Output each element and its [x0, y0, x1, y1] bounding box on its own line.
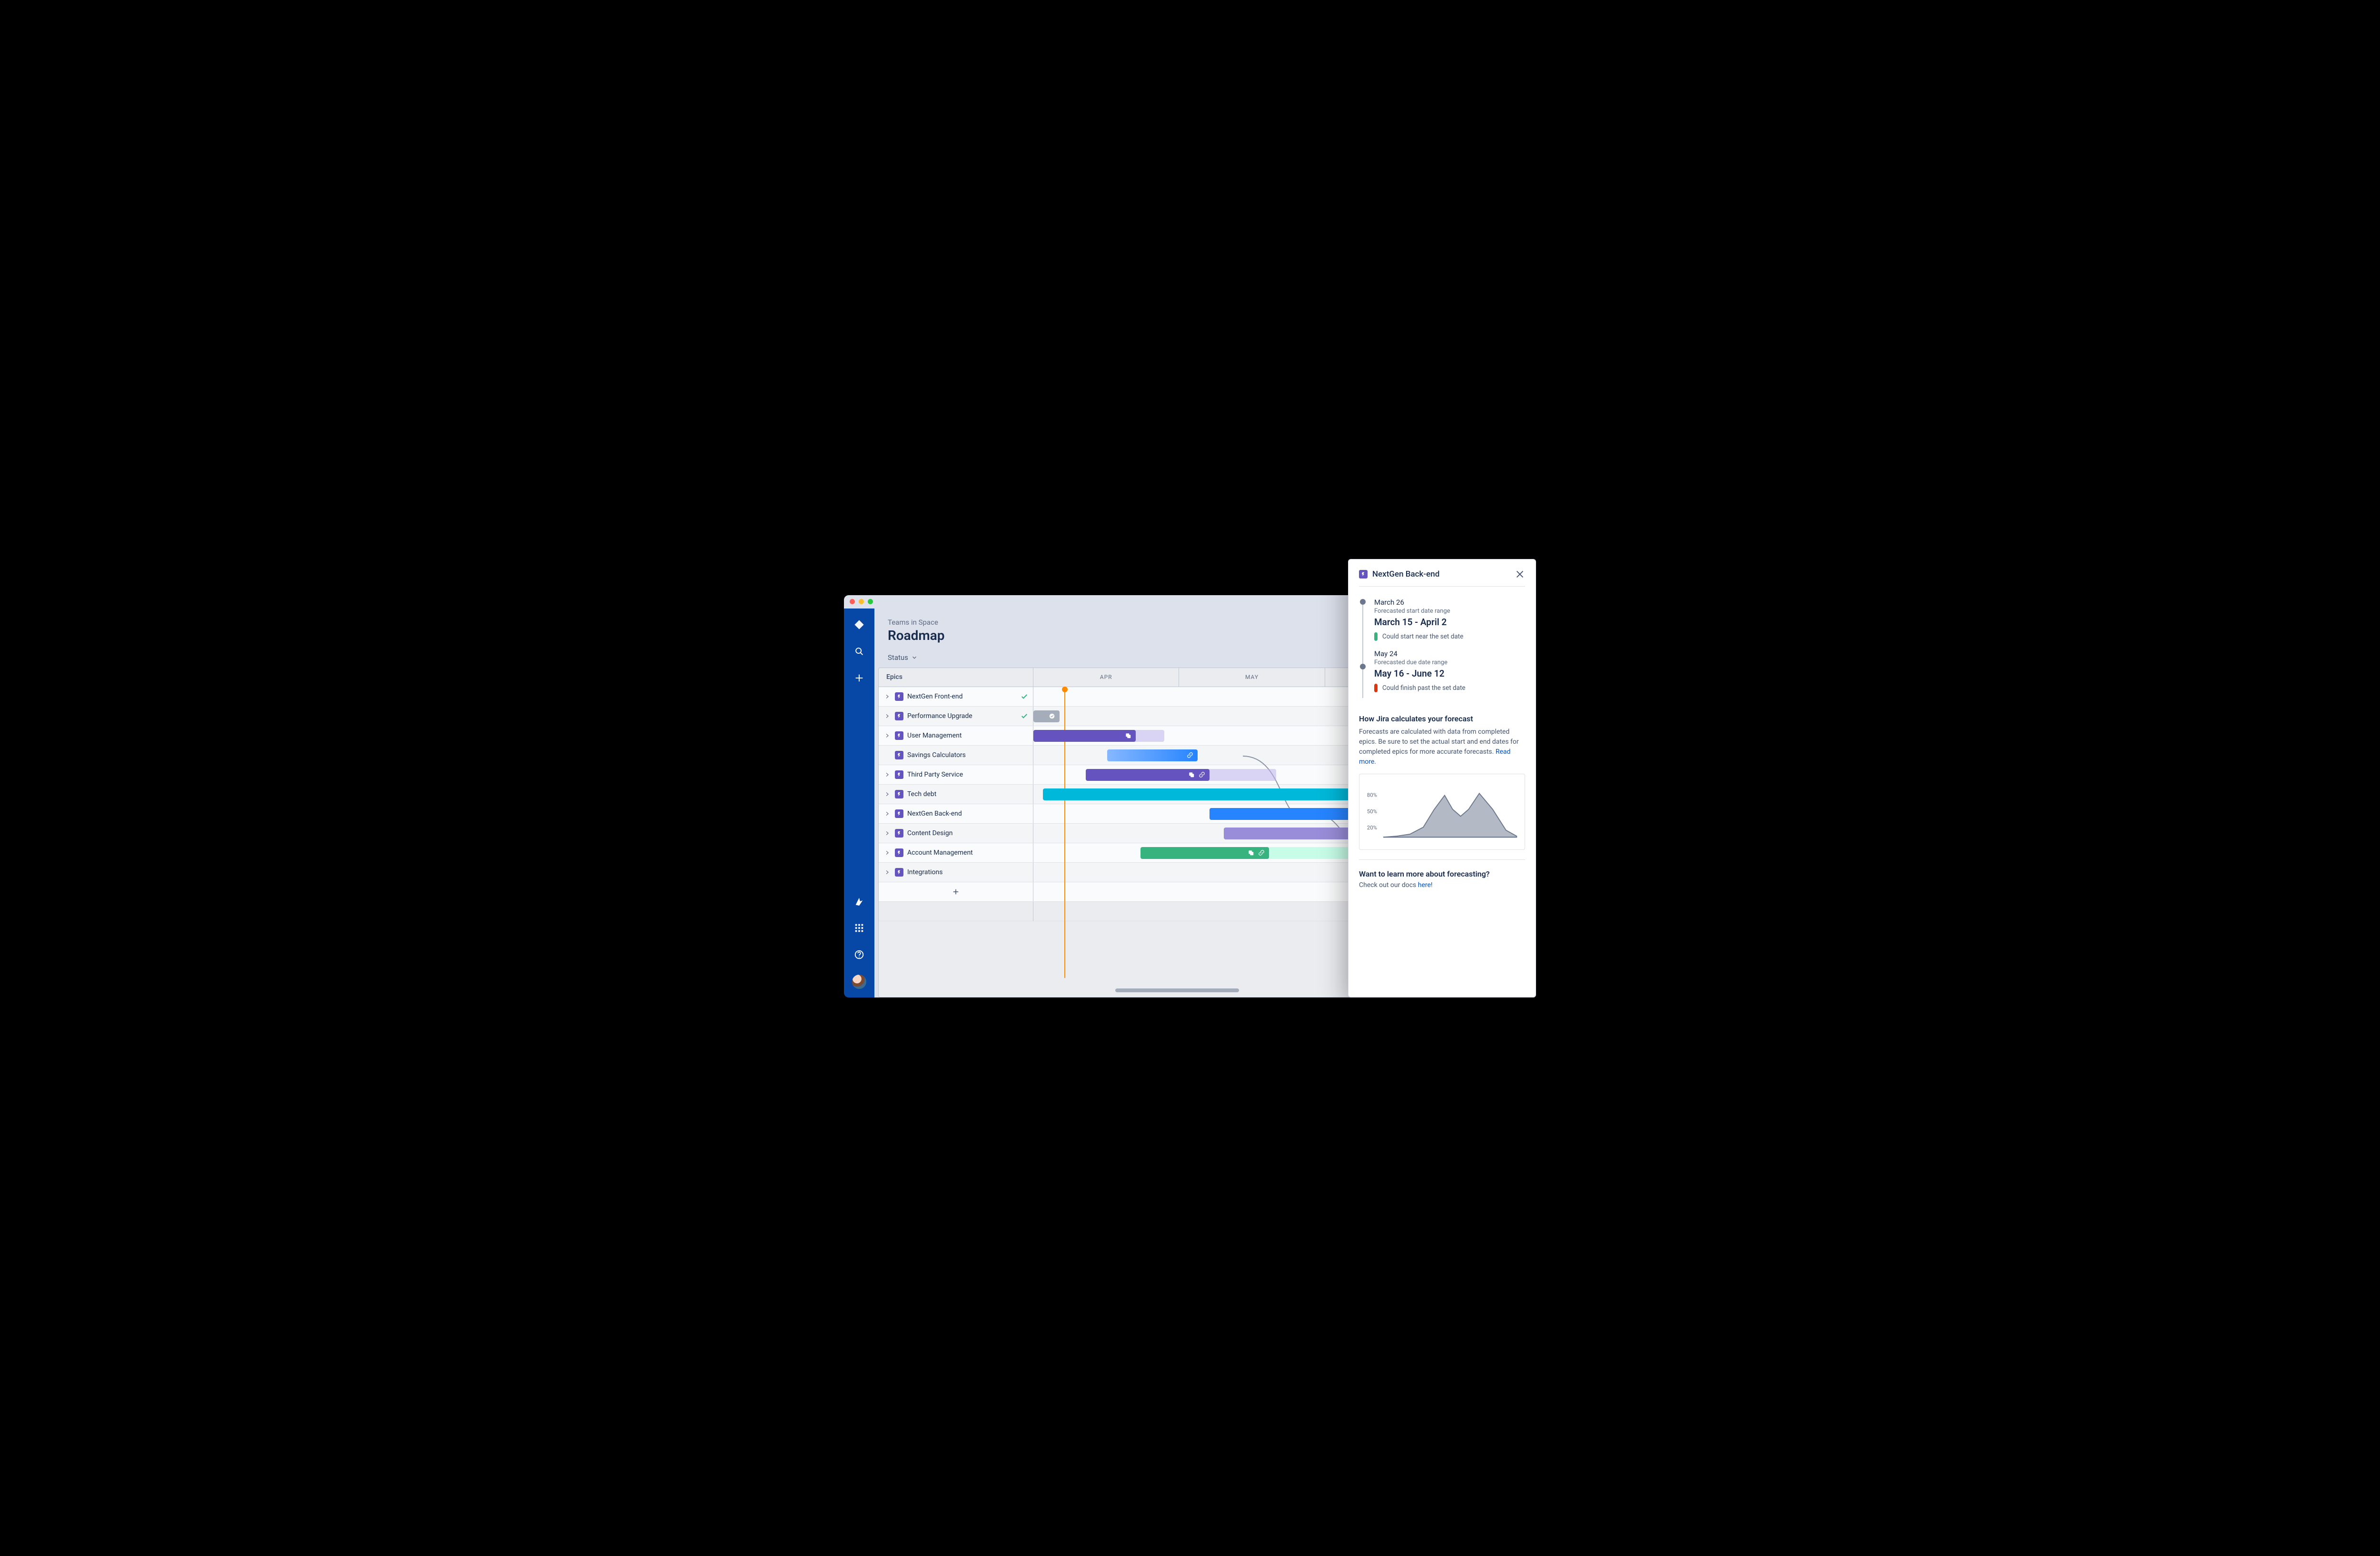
ytick-50: 50% [1367, 808, 1377, 814]
learn-more-link[interactable]: here! [1418, 881, 1433, 889]
due-date: May 24 [1374, 649, 1525, 658]
dependency-icon [1258, 849, 1265, 857]
epic-name: NextGen Front-end [907, 693, 962, 700]
done-badge-icon [1048, 712, 1056, 720]
timeline-dot-start [1360, 599, 1366, 605]
epic-name: Savings Calculators [907, 751, 966, 759]
plus-icon [952, 888, 960, 896]
expand-icon[interactable] [883, 829, 891, 837]
window-minimize-dot[interactable] [859, 599, 864, 604]
epic-icon [895, 790, 903, 798]
epic-icon [895, 731, 903, 740]
expand-icon[interactable] [883, 790, 891, 798]
done-check-icon [1021, 712, 1028, 720]
epic-bar[interactable] [1107, 749, 1198, 761]
start-range: March 15 - April 2 [1374, 617, 1525, 628]
how-title: How Jira calculates your forecast [1359, 714, 1525, 723]
panel-title: NextGen Back-end [1372, 569, 1510, 579]
epic-name: Account Management [907, 849, 973, 857]
status-pill-red [1374, 684, 1378, 692]
expand-icon[interactable] [883, 693, 891, 700]
start-sub: Forecasted start date range [1374, 608, 1525, 615]
epic-icon [895, 692, 903, 701]
epic-bar[interactable] [1033, 710, 1060, 722]
epic-name: Performance Upgrade [907, 712, 972, 720]
epic-icon [895, 770, 903, 779]
global-nav [844, 608, 874, 997]
expand-icon[interactable] [883, 810, 891, 818]
status-filter[interactable]: Status [888, 653, 918, 662]
epic-name: Third Party Service [907, 771, 963, 778]
status-pill-green [1374, 632, 1378, 641]
epic-name: User Management [907, 732, 962, 739]
user-avatar[interactable] [852, 975, 866, 989]
expand-icon[interactable] [883, 849, 891, 857]
timeline-dot-end [1360, 664, 1366, 669]
forecast-chart: 80% 50% 20% [1359, 774, 1525, 850]
epic-icon [895, 868, 903, 877]
epic-name: Tech debt [907, 790, 936, 798]
chevron-down-icon [911, 654, 918, 661]
search-icon[interactable] [853, 645, 866, 658]
ytick-20: 20% [1367, 824, 1377, 831]
expand-icon[interactable] [883, 712, 891, 720]
dependency-icon [1186, 751, 1194, 759]
child-issues-icon [1124, 732, 1132, 739]
expand-icon[interactable] [883, 771, 891, 778]
month-apr: APR [1033, 668, 1179, 687]
epic-icon [895, 829, 903, 838]
how-body: Forecasts are calculated with data from … [1359, 727, 1525, 767]
done-check-icon [1021, 693, 1028, 700]
close-icon[interactable] [1515, 569, 1525, 579]
jira-logo-icon[interactable] [853, 618, 866, 631]
dependency-icon [1198, 771, 1206, 778]
epic-icon [895, 809, 903, 818]
window-zoom-dot[interactable] [868, 599, 873, 604]
ytick-80: 80% [1367, 791, 1377, 798]
epic-icon [1359, 570, 1368, 579]
learn-more-lead: Check out our docs [1359, 881, 1418, 889]
epic-bar[interactable] [1086, 769, 1210, 781]
epic-name: Content Design [907, 829, 952, 837]
due-range: May 16 - June 12 [1374, 668, 1525, 679]
child-issues-icon [1247, 849, 1255, 857]
create-icon[interactable] [853, 671, 866, 685]
window-close-dot[interactable] [850, 599, 855, 604]
start-status: Could start near the set date [1382, 633, 1463, 640]
help-icon[interactable] [853, 948, 866, 961]
epic-bar[interactable] [1140, 847, 1269, 859]
epic-name: Integrations [907, 868, 942, 876]
child-issues-icon [1188, 771, 1195, 778]
epics-column-header: Epics [879, 668, 1033, 687]
expand-icon[interactable] [883, 868, 891, 876]
due-status: Could finish past the set date [1382, 684, 1466, 692]
epic-bar[interactable] [1033, 730, 1136, 742]
month-may: MAY [1179, 668, 1325, 687]
status-filter-label: Status [888, 653, 908, 662]
epic-icon [895, 751, 903, 759]
due-sub: Forecasted due date range [1374, 659, 1525, 666]
learn-more-title: Want to learn more about forecasting? [1359, 869, 1525, 878]
app-switcher-icon[interactable] [853, 921, 866, 935]
forecast-timeline: March 26 Forecasted start date range Mar… [1359, 598, 1525, 709]
forecast-panel: NextGen Back-end March 26 Forecasted sta… [1348, 559, 1536, 997]
expand-icon[interactable] [883, 732, 891, 739]
epic-name: NextGen Back-end [907, 810, 962, 818]
horizontal-scrollbar[interactable] [1115, 988, 1239, 992]
epic-icon [895, 712, 903, 720]
start-date: March 26 [1374, 598, 1525, 607]
notification-icon[interactable] [853, 895, 866, 908]
epic-icon [895, 848, 903, 857]
learn-more-section: Want to learn more about forecasting? Ch… [1359, 859, 1525, 889]
